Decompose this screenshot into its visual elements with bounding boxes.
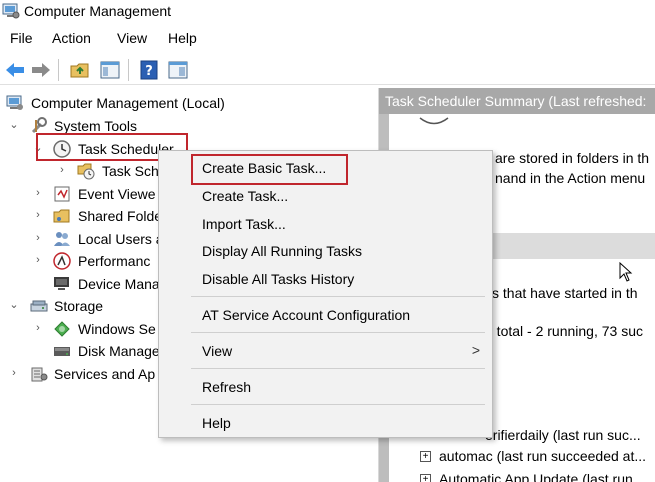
computer-management-icon [2,3,20,19]
menu-item-disable-tasks-history[interactable]: Disable All Tasks History [202,271,354,287]
show-hide-tree-icon[interactable] [98,58,122,82]
toolbar-separator [58,59,59,81]
menu-help[interactable]: Help [168,30,197,46]
menu-action[interactable]: Action [52,30,91,46]
svg-text:?: ? [145,64,153,79]
submenu-arrow-icon: > [471,342,480,358]
status-line-1: ks that have started in th [485,285,638,301]
users-icon [53,230,71,248]
performance-icon [53,252,71,270]
folder-clock-icon [77,162,95,180]
overview-line-2: nand in the Action menu [495,170,646,186]
toolbar-separator [128,59,129,81]
shared-folder-icon [53,207,71,225]
summary-header: Task Scheduler Summary (Last refreshed: [379,88,655,114]
menu-view[interactable]: View [117,30,147,46]
chevron-right-icon[interactable]: › [32,209,44,221]
expand-icon[interactable]: + [420,451,431,462]
menu-item-create-basic-task[interactable]: Create Basic Task... [202,160,326,176]
chevron-right-icon[interactable]: › [32,232,44,244]
chevron-right-icon[interactable]: › [56,164,68,176]
properties-icon[interactable] [166,58,190,82]
storage-icon [30,297,48,315]
chevron-down-icon[interactable]: ⌄ [8,299,20,311]
overview-line-1: are stored in folders in th [495,150,650,166]
active-task-3[interactable]: Automatic App Update (last run... [439,471,644,482]
forward-arrow-icon[interactable] [29,58,53,82]
chevron-down-icon[interactable]: ⌄ [8,119,20,131]
disk-icon [53,342,71,360]
services-icon [30,365,48,383]
scroll-hint-icon [419,114,449,130]
window-title: Computer Management [24,3,172,19]
menu-item-import-task[interactable]: Import Task... [202,216,286,232]
chevron-right-icon[interactable]: › [8,367,20,379]
expand-icon[interactable]: + [420,474,431,482]
context-menu: Create Basic Task... Create Task... Impo… [158,150,493,438]
help-icon[interactable]: ? [137,58,161,82]
device-manager-icon [53,275,71,293]
menu-item-display-running-tasks[interactable]: Display All Running Tasks [202,243,362,259]
menu-separator [191,404,485,405]
active-task-1[interactable]: erifierdaily (last run suc... [485,427,641,443]
menu-separator [191,368,485,369]
computer-icon [6,94,24,112]
backup-icon [53,320,71,338]
menu-item-refresh[interactable]: Refresh [202,379,251,395]
toolbar: ? [0,55,655,85]
up-folder-icon[interactable] [68,58,92,82]
chevron-right-icon[interactable]: › [32,254,44,266]
chevron-right-icon[interactable]: › [32,187,44,199]
active-task-2[interactable]: automac (last run succeeded at... [439,448,646,464]
menu-item-help[interactable]: Help [202,415,231,431]
menu-item-view[interactable]: View [202,343,232,359]
event-viewer-icon [53,185,71,203]
chevron-right-icon[interactable]: › [32,322,44,334]
mouse-cursor-icon [619,261,633,285]
back-arrow-icon[interactable] [3,58,27,82]
menu-separator [191,332,485,333]
menu-bar: File Action View Help [0,27,655,51]
menu-item-create-task[interactable]: Create Task... [202,188,288,204]
menu-file[interactable]: File [10,30,33,46]
menu-item-at-service-account[interactable]: AT Service Account Configuration [202,307,410,323]
status-line-2: 5 total - 2 running, 73 suc [485,323,643,339]
tree-item-computer-management[interactable]: Computer Management (Local) [0,92,300,114]
menu-separator [191,296,485,297]
title-bar: Computer Management [0,0,655,24]
